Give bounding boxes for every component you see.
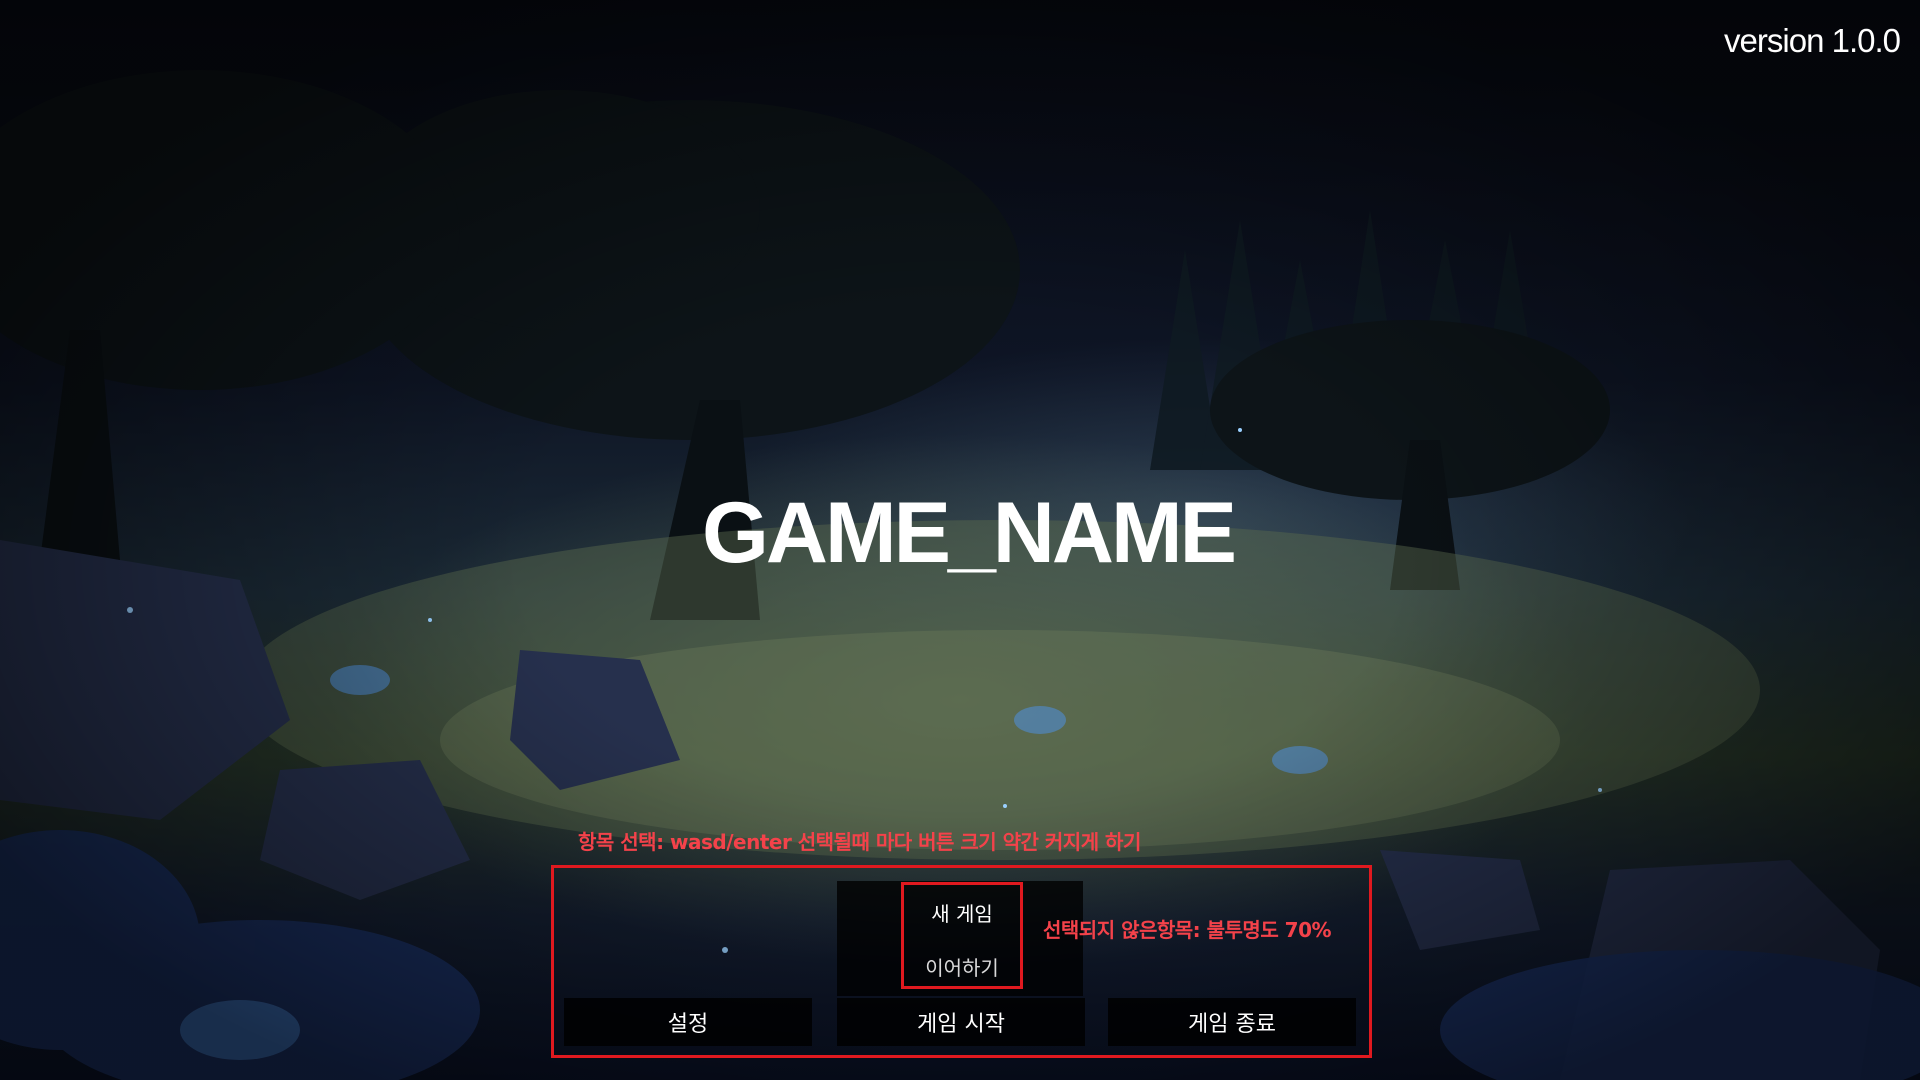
quit-game-button-label: 게임 종료 xyxy=(1188,1012,1276,1037)
settings-button-label: 설정 xyxy=(667,1012,709,1037)
annotation-note-side: 선택되지 않은항목: 불투명도 70% xyxy=(1043,918,1332,942)
continue-option[interactable]: 이어하기 xyxy=(901,952,1023,981)
new-game-option[interactable]: 새 게임 xyxy=(901,898,1023,927)
settings-button[interactable]: 설정 xyxy=(564,998,812,1046)
start-game-button[interactable]: 게임 시작 xyxy=(837,998,1085,1046)
quit-game-button[interactable]: 게임 종료 xyxy=(1108,998,1356,1046)
title-screen: version 1.0.0 GAME_NAME 항목 선택: wasd/ente… xyxy=(0,0,1920,1080)
game-title: GAME_NAME xyxy=(701,485,1237,581)
annotation-note-top: 항목 선택: wasd/enter 선택될때 마다 버튼 크기 약간 커지게 하… xyxy=(578,830,1141,854)
start-game-button-label: 게임 시작 xyxy=(917,1012,1005,1037)
version-label: version 1.0.0 xyxy=(1724,22,1901,59)
